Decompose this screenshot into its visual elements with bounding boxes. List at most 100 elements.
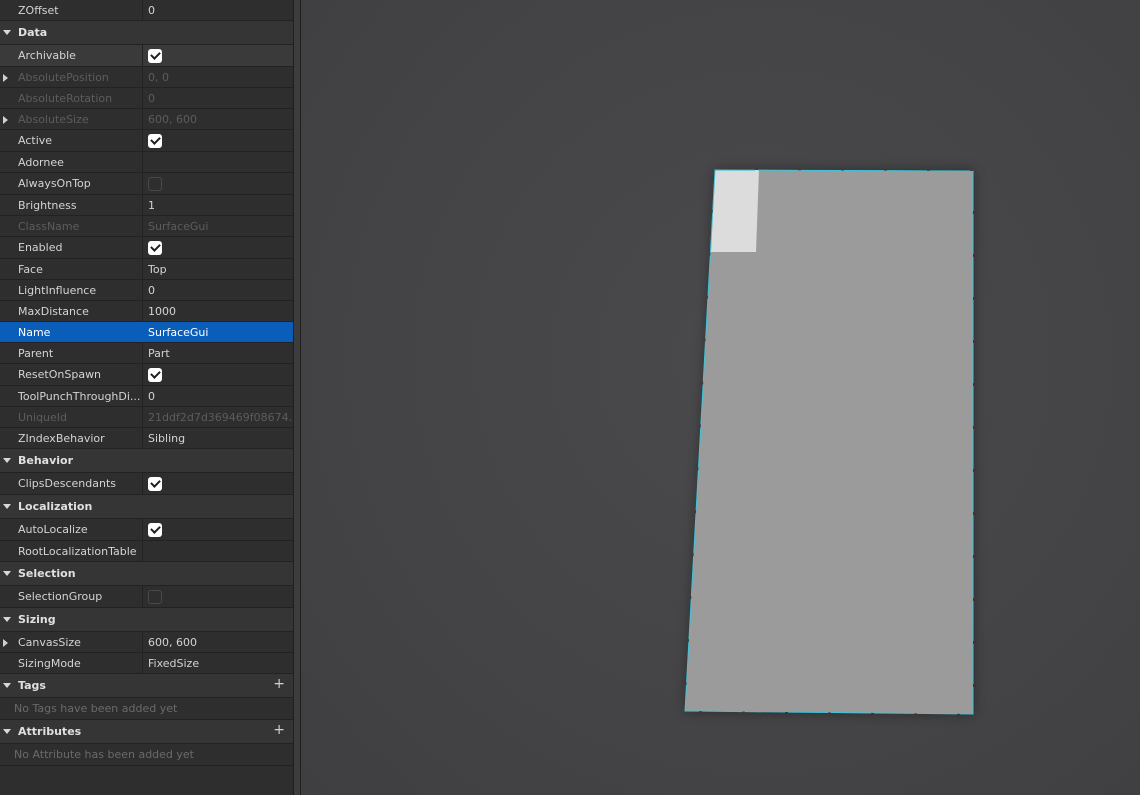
checkbox[interactable] [148,240,162,255]
property-row-active[interactable]: Active [0,130,293,152]
property-value[interactable] [142,473,293,494]
property-name: Parent [18,346,54,360]
property-row-always-on-top[interactable]: AlwaysOnTop [0,173,293,195]
section-localization[interactable]: Localization [0,495,293,519]
section-tags[interactable]: Tags + [0,674,293,698]
property-row-light-influence[interactable]: LightInfluence 0 [0,280,293,301]
property-value[interactable]: 1 [142,195,293,215]
collapse-caret-icon[interactable] [3,30,11,35]
section-label: Behavior [18,454,74,467]
property-value[interactable] [142,173,293,194]
property-row-canvas-size[interactable]: CanvasSize 600, 600 [0,632,293,653]
section-sizing[interactable]: Sizing [0,608,293,632]
property-name: SelectionGroup [18,590,103,603]
property-value[interactable]: 0 [142,0,293,20]
property-value[interactable] [142,45,293,66]
property-value[interactable] [142,541,293,561]
section-data[interactable]: Data [0,21,293,45]
property-row-auto-localize[interactable]: AutoLocalize [0,519,293,541]
checkbox[interactable] [148,476,162,491]
empty-message: No Tags have been added yet [0,698,293,720]
property-value: SurfaceGui [142,216,293,236]
property-row-absolute-position[interactable]: AbsolutePosition 0, 0 [0,67,293,88]
property-row-unique-id[interactable]: UniqueId 21ddf2d7d369469f08674... [0,407,293,428]
property-row-name[interactable]: Name SurfaceGui [0,322,293,343]
section-attributes[interactable]: Attributes + [0,720,293,744]
expand-arrow-icon[interactable] [3,116,8,124]
property-name: AbsolutePosition [18,70,109,84]
section-behavior[interactable]: Behavior [0,449,293,473]
property-row-absolute-size[interactable]: AbsoluteSize 600, 600 [0,109,293,130]
property-row-adornee[interactable]: Adornee [0,152,293,173]
property-row-parent[interactable]: Parent Part [0,343,293,364]
property-name: AbsoluteSize [18,112,89,126]
property-name: ZIndexBehavior [18,431,105,445]
checkbox[interactable] [148,176,162,191]
property-row-max-distance[interactable]: MaxDistance 1000 [0,301,293,322]
property-row-brightness[interactable]: Brightness 1 [0,195,293,216]
property-row-tool-punch-through-di[interactable]: ToolPunchThroughDi... 0 [0,386,293,407]
checkbox[interactable] [148,133,162,148]
property-row-zoffset[interactable]: ZOffset 0 [0,0,293,21]
property-value: 0, 0 [142,67,293,87]
property-row-archivable[interactable]: Archivable [0,45,293,67]
checkbox[interactable] [148,48,162,63]
property-value[interactable]: SurfaceGui [142,322,293,342]
surface-gui-part[interactable] [301,0,1140,795]
collapse-caret-icon[interactable] [3,729,11,734]
empty-message-text: No Tags have been added yet [14,702,178,715]
property-name: AutoLocalize [18,523,88,536]
property-value: 0 [142,88,293,108]
checkbox[interactable] [148,522,162,537]
property-value[interactable] [142,364,293,385]
property-value[interactable] [142,519,293,540]
property-row-clips-descendants[interactable]: ClipsDescendants [0,473,293,495]
gui-frame-highlight[interactable] [711,170,759,252]
property-row-class-name[interactable]: ClassName SurfaceGui [0,216,293,237]
property-name: ClassName [18,219,80,233]
property-name: Face [18,262,43,276]
property-value[interactable] [142,130,293,151]
property-name: ToolPunchThroughDi... [18,389,141,403]
expand-arrow-icon[interactable] [3,74,8,82]
property-value[interactable]: Top [142,259,293,279]
property-value[interactable]: Sibling [142,428,293,448]
property-value[interactable] [142,586,293,607]
expand-arrow-icon[interactable] [3,639,8,647]
property-value[interactable]: 0 [142,280,293,300]
collapse-caret-icon[interactable] [3,504,11,509]
property-name: ZOffset [18,3,59,17]
add-attributes-button[interactable]: + [273,722,285,738]
property-value[interactable]: Part [142,343,293,363]
property-row-reset-on-spawn[interactable]: ResetOnSpawn [0,364,293,386]
property-value[interactable]: 600, 600 [142,632,293,652]
collapse-caret-icon[interactable] [3,683,11,688]
property-row-zindex-behavior[interactable]: ZIndexBehavior Sibling [0,428,293,449]
property-row-selection-group[interactable]: SelectionGroup [0,586,293,608]
collapse-caret-icon[interactable] [3,458,11,463]
property-value[interactable]: FixedSize [142,653,293,673]
property-row-absolute-rotation[interactable]: AbsoluteRotation 0 [0,88,293,109]
properties-scrollbar[interactable] [293,0,301,795]
add-tags-button[interactable]: + [273,676,285,692]
property-value[interactable]: 1000 [142,301,293,321]
collapse-caret-icon[interactable] [3,571,11,576]
property-row-face[interactable]: Face Top [0,259,293,280]
collapse-caret-icon[interactable] [3,617,11,622]
section-selection[interactable]: Selection [0,562,293,586]
section-label: Selection [18,567,76,580]
3d-viewport[interactable] [301,0,1140,795]
property-row-root-localization-table[interactable]: RootLocalizationTable [0,541,293,562]
property-name: LightInfluence [18,283,97,297]
property-value[interactable] [142,237,293,258]
section-label: Localization [18,500,93,513]
property-value[interactable]: 0 [142,386,293,406]
property-row-sizing-mode[interactable]: SizingMode FixedSize [0,653,293,674]
checkbox[interactable] [148,589,162,604]
property-value[interactable] [142,152,293,172]
property-value: 600, 600 [142,109,293,129]
property-name: Name [18,325,51,339]
scrollbar-thumb[interactable] [294,0,300,795]
checkbox[interactable] [148,367,162,382]
property-row-enabled[interactable]: Enabled [0,237,293,259]
